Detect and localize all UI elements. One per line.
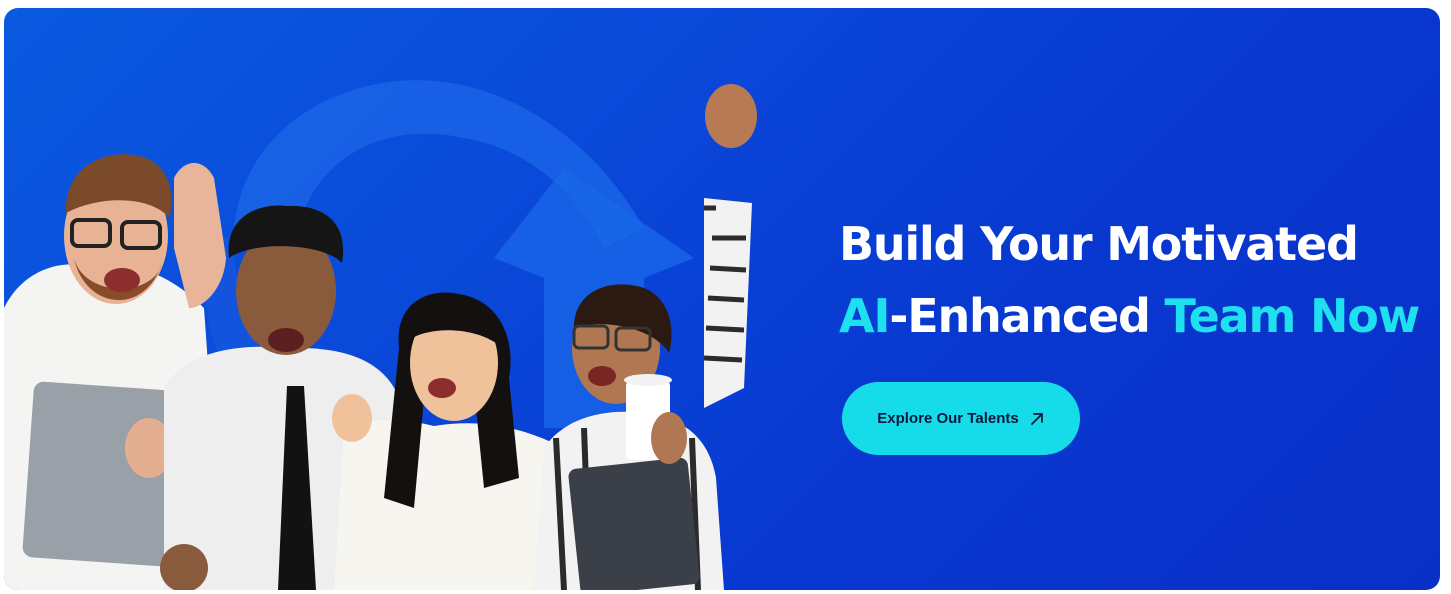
team-celebrating-photo	[4, 8, 764, 590]
explore-talents-label: Explore Our Talents	[877, 410, 1019, 427]
headline-middle: -Enhanced	[889, 289, 1165, 343]
promo-banner: Build Your Motivated AI-Enhanced Team No…	[4, 8, 1440, 590]
team-illustration	[4, 80, 757, 590]
headline-accent-team-now: Team Now	[1164, 289, 1421, 343]
explore-talents-button[interactable]: Explore Our Talents	[842, 382, 1080, 455]
headline-accent-ai: AI	[839, 289, 891, 343]
hero-headline: Build Your Motivated AI-Enhanced Team No…	[839, 208, 1429, 352]
arrow-up-right-icon	[1029, 411, 1045, 427]
headline-line-1: Build Your Motivated	[839, 217, 1359, 271]
hero-copy: Build Your Motivated AI-Enhanced Team No…	[839, 208, 1429, 455]
